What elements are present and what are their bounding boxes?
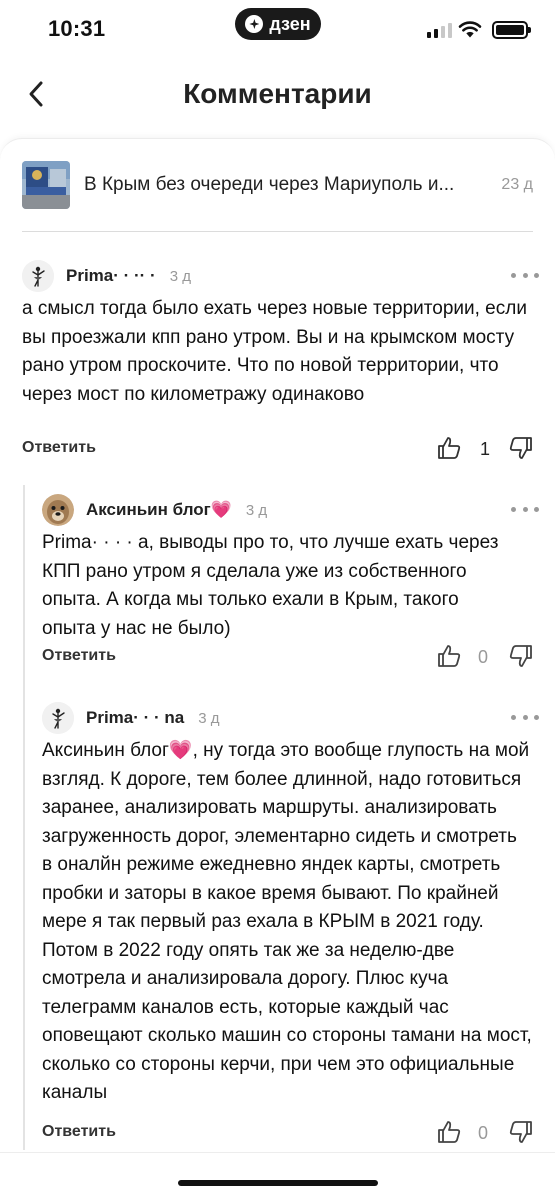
comment-actions: Ответить 0 xyxy=(42,643,533,675)
thumbs-up-icon[interactable] xyxy=(436,1119,462,1145)
thread-line xyxy=(23,485,25,1150)
thumbs-up-icon[interactable] xyxy=(436,643,462,669)
more-options-button[interactable] xyxy=(511,265,539,285)
dzen-logo-icon xyxy=(245,15,264,33)
comment-author[interactable]: Prima· · ·· · xyxy=(66,266,156,286)
battery-icon xyxy=(492,21,531,39)
comment-time: 3 д xyxy=(245,501,268,519)
avatar[interactable] xyxy=(22,260,54,292)
dzen-badge-label: дзен xyxy=(269,13,311,34)
divider xyxy=(0,1152,555,1153)
home-indicator[interactable] xyxy=(178,1180,378,1186)
reply-button[interactable]: Ответить xyxy=(22,439,96,457)
comment-author[interactable]: Prima· · · na xyxy=(86,708,184,728)
more-dot-icon xyxy=(511,714,516,720)
comment-text: а смысл тогда было ехать через новые тер… xyxy=(22,298,527,405)
nav-bar: Комментарии xyxy=(0,62,555,128)
wifi-icon xyxy=(458,21,482,38)
reply-comment-item: Prima· · · na 3 д Аксиньин блог💗, ну тог… xyxy=(42,701,539,1121)
comment-text: Аксиньин блог💗, ну тогда это вообще глуп… xyxy=(42,740,532,1103)
comment-header: Аксиньин блог💗 3 д xyxy=(42,493,267,527)
more-dot-icon xyxy=(511,272,516,278)
article-link[interactable]: В Крым без очереди через Мариуполь и... … xyxy=(22,161,533,209)
comment-text: Prima· · · · a, выводы про то, что лучше… xyxy=(42,532,499,639)
comment-actions: Ответить 0 xyxy=(42,1119,533,1151)
dzen-badge: дзен xyxy=(235,8,321,40)
comment-header: Prima· · ·· · 3 д xyxy=(22,259,191,293)
comment-actions: Ответить 1 xyxy=(22,435,533,467)
thumbs-down-icon[interactable] xyxy=(508,643,534,669)
comment-item: Prima· · ·· · 3 д а смысл тогда было еха… xyxy=(22,259,539,459)
article-date: 23 д xyxy=(501,176,533,193)
more-options-button[interactable] xyxy=(511,499,539,519)
comment-author[interactable]: Аксиньин блог💗 xyxy=(86,500,232,520)
thumbs-up-icon[interactable] xyxy=(436,435,462,461)
cellular-signal-icon xyxy=(427,22,452,38)
comments-sheet: В Крым без очереди через Мариуполь и... … xyxy=(0,138,555,1200)
comment-time: 3 д xyxy=(198,709,220,727)
article-thumbnail xyxy=(22,161,70,209)
avatar[interactable] xyxy=(42,702,74,734)
thumbs-down-icon[interactable] xyxy=(508,435,534,461)
divider xyxy=(22,231,533,232)
thumbs-down-icon[interactable] xyxy=(508,1119,534,1145)
status-bar: 10:31 дзен xyxy=(0,0,555,60)
avatar[interactable] xyxy=(42,494,74,526)
status-time: 10:31 xyxy=(48,16,106,41)
article-title: В Крым без очереди через Мариуполь и... xyxy=(84,174,455,195)
like-count: 1 xyxy=(480,439,491,459)
comment-time: 3 д xyxy=(169,267,191,285)
reply-button[interactable]: Ответить xyxy=(42,647,116,665)
more-dot-icon xyxy=(511,506,516,512)
page-title: Комментарии xyxy=(183,78,372,109)
more-options-button[interactable] xyxy=(511,707,539,727)
reply-button[interactable]: Ответить xyxy=(42,1123,116,1141)
like-count: 0 xyxy=(478,1123,489,1143)
comment-header: Prima· · · na 3 д xyxy=(42,701,220,735)
like-count: 0 xyxy=(478,647,489,667)
